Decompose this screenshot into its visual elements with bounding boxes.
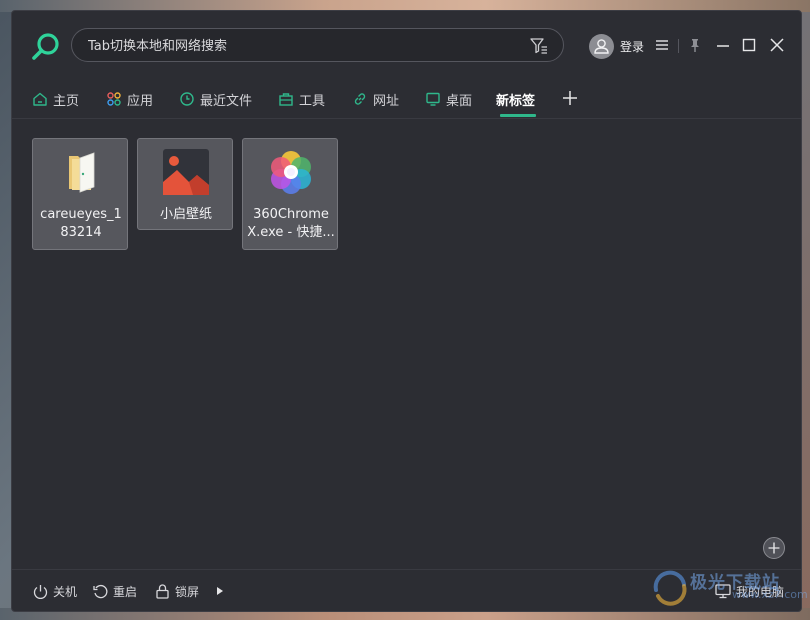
toolbox-icon — [279, 93, 293, 106]
desktop-tile[interactable]: careueyes_183214 — [32, 138, 128, 250]
tile-label: careueyes_183214 — [40, 207, 122, 240]
clock-icon — [180, 92, 194, 106]
search-box[interactable] — [71, 28, 564, 62]
tile-label: 小启壁纸 — [159, 207, 212, 222]
shutdown-label: 关机 — [53, 584, 78, 599]
tab-urls-label: 网址 — [373, 93, 400, 109]
folder-icon — [69, 152, 95, 193]
tab-tools[interactable]: 工具 — [278, 85, 325, 113]
restart-button[interactable]: 重启 — [92, 581, 137, 601]
tab-new-tab[interactable]: 新标签 — [496, 85, 535, 113]
active-tab-indicator — [500, 114, 536, 117]
chrome-360-icon — [271, 151, 311, 194]
picture-icon — [163, 149, 209, 195]
restart-icon — [93, 584, 108, 598]
desktop-tile[interactable]: 360ChromeX.exe - 快捷... — [242, 138, 338, 250]
monitor-icon — [426, 92, 440, 106]
minimize-icon[interactable] — [714, 37, 732, 53]
site-watermark: 极光下载站 www.xz7.com — [650, 566, 808, 610]
launcher-window: 登录 主页 — [11, 10, 802, 612]
filter-icon[interactable] — [529, 37, 549, 55]
tab-new-tab-label: 新标签 — [496, 93, 536, 109]
lock-icon — [156, 583, 169, 599]
link-icon — [354, 93, 366, 105]
login-button[interactable]: 登录 — [589, 33, 644, 59]
apps-icon — [107, 92, 121, 106]
pin-icon[interactable] — [686, 37, 704, 53]
lock-label: 锁屏 — [175, 584, 200, 599]
search-input[interactable] — [86, 35, 510, 57]
tab-tools-label: 工具 — [299, 93, 326, 109]
login-label: 登录 — [620, 39, 645, 54]
tab-urls[interactable]: 网址 — [352, 85, 399, 113]
tab-desktop-label: 桌面 — [446, 93, 473, 109]
expand-arrow-icon[interactable] — [215, 585, 225, 597]
tab-recent-files-label: 最近文件 — [200, 93, 253, 109]
power-icon — [33, 584, 48, 599]
desktop-tile[interactable]: 小启壁纸 — [137, 138, 233, 230]
tab-apps[interactable]: 应用 — [106, 85, 153, 113]
restart-label: 重启 — [113, 584, 138, 599]
tab-recent-files[interactable]: 最近文件 — [179, 85, 252, 113]
menu-icon[interactable] — [653, 37, 671, 53]
maximize-icon[interactable] — [740, 37, 758, 53]
watermark-url: www.xz7.com — [732, 588, 808, 601]
search-logo-icon[interactable] — [30, 31, 62, 63]
shutdown-button[interactable]: 关机 — [32, 581, 77, 601]
lock-screen-button[interactable]: 锁屏 — [154, 581, 199, 601]
tile-label: 360ChromeX.exe - 快捷... — [247, 207, 335, 240]
tab-home[interactable]: 主页 — [32, 85, 79, 113]
add-tab-icon[interactable] — [561, 89, 579, 107]
tab-home-label: 主页 — [53, 93, 80, 109]
avatar — [589, 33, 614, 59]
close-icon[interactable] — [768, 37, 786, 53]
home-icon — [33, 92, 47, 106]
user-icon — [594, 38, 609, 54]
titlebar-divider — [678, 39, 679, 53]
watermark-logo-icon — [653, 570, 687, 606]
tab-apps-label: 应用 — [127, 93, 154, 109]
tab-bar-divider — [12, 118, 801, 119]
add-item-button[interactable] — [763, 537, 785, 559]
tab-desktop[interactable]: 桌面 — [425, 85, 472, 113]
